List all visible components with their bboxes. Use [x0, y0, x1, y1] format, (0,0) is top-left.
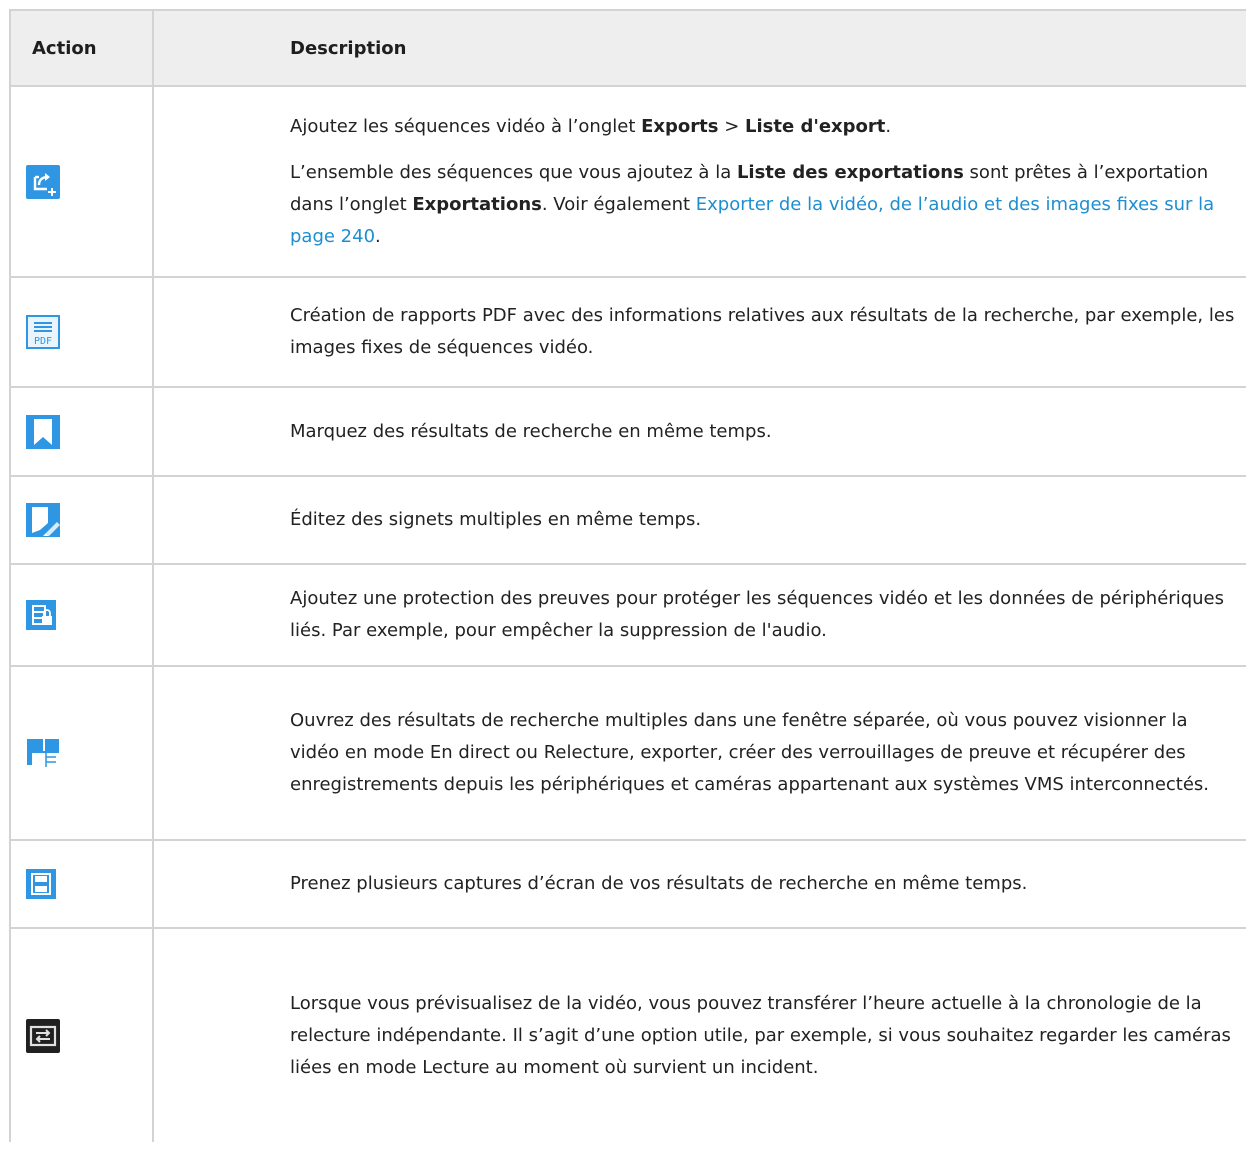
edit-bookmark-icon[interactable] — [26, 503, 60, 537]
description-cell: Création de rapports PDF avec des inform… — [153, 277, 1246, 388]
export-list-name: Liste d'export — [745, 115, 886, 137]
action-cell — [9, 666, 154, 841]
table-row: Lorsque vous prévisualisez de la vidéo, … — [9, 928, 1246, 1142]
action-cell — [9, 840, 154, 929]
column-header-description: Description — [153, 9, 1246, 87]
action-cell — [9, 564, 154, 667]
table-row: Prenez plusieurs captures d’écran de vos… — [9, 840, 1246, 929]
table-row: Ajoutez une protection des preuves pour … — [9, 564, 1246, 667]
tab-name-exports: Exports — [641, 115, 719, 137]
action-cell — [9, 476, 154, 565]
description-cell: Marquez des résultats de recherche en mê… — [153, 387, 1246, 477]
description-cell: Ouvrez des résultats de recherche multip… — [153, 666, 1246, 841]
description-text: . Voir également — [541, 193, 696, 215]
action-cell — [9, 928, 154, 1142]
description-cell: Ajoutez une protection des preuves pour … — [153, 564, 1246, 667]
transfer-time-icon[interactable] — [26, 1018, 60, 1053]
pdf-icon-label: PDF — [34, 336, 52, 347]
description-text: Ajoutez les séquences vidéo à l’onglet — [290, 115, 642, 137]
description-cell: Éditez des signets multiples en même tem… — [153, 476, 1246, 565]
column-header-action: Action — [9, 9, 154, 87]
action-cell — [9, 387, 154, 477]
description-paragraph: Création de rapports PDF avec des inform… — [290, 305, 1235, 358]
description-paragraph: Ouvrez des résultats de recherche multip… — [290, 710, 1210, 795]
table-row: Ouvrez des résultats de recherche multip… — [9, 666, 1246, 841]
evidence-lock-icon[interactable] — [26, 600, 56, 630]
bookmark-icon[interactable] — [26, 414, 60, 449]
description-text: . — [885, 115, 892, 137]
description-cell: Prenez plusieurs captures d’écran de vos… — [153, 840, 1246, 929]
description-text: . — [375, 225, 381, 247]
description-text: > — [718, 115, 746, 137]
actions-table: Action Description Ajoutez les séquences… — [9, 9, 1246, 1142]
action-cell — [9, 86, 154, 278]
pdf-report-icon[interactable]: PDF — [26, 315, 60, 349]
table-row: Ajoutez les séquences vidéo à l’onglet E… — [9, 86, 1246, 278]
table-row: Éditez des signets multiples en même tem… — [9, 476, 1246, 565]
table-row: Marquez des résultats de recherche en mê… — [9, 387, 1246, 477]
description-paragraph: Prenez plusieurs captures d’écran de vos… — [290, 873, 1028, 894]
description-paragraph: L’ensemble des séquences que vous ajoute… — [290, 157, 1241, 253]
description-cell: Lorsque vous prévisualisez de la vidéo, … — [153, 928, 1246, 1142]
description-paragraph: Ajoutez les séquences vidéo à l’onglet E… — [290, 111, 1241, 143]
save-snapshot-icon[interactable] — [26, 869, 56, 899]
description-paragraph: Éditez des signets multiples en même tem… — [290, 509, 702, 530]
description-paragraph: Marquez des résultats de recherche en mê… — [290, 420, 772, 442]
tab-name-exportations: Exportations — [412, 193, 542, 215]
action-cell: PDF — [9, 277, 154, 388]
description-cell: Ajoutez les séquences vidéo à l’onglet E… — [153, 86, 1246, 278]
description-paragraph: Lorsque vous prévisualisez de la vidéo, … — [290, 992, 1231, 1078]
table-row: PDF Création de rapports PDF avec des in… — [9, 277, 1246, 388]
export-list-name: Liste des exportations — [736, 161, 964, 183]
open-in-window-icon[interactable] — [26, 736, 60, 770]
description-paragraph: Ajoutez une protection des preuves pour … — [290, 588, 1224, 641]
add-to-export-list-icon[interactable] — [26, 164, 60, 199]
table-header-row: Action Description — [9, 9, 1246, 87]
description-text: L’ensemble des séquences que vous ajoute… — [290, 161, 737, 183]
